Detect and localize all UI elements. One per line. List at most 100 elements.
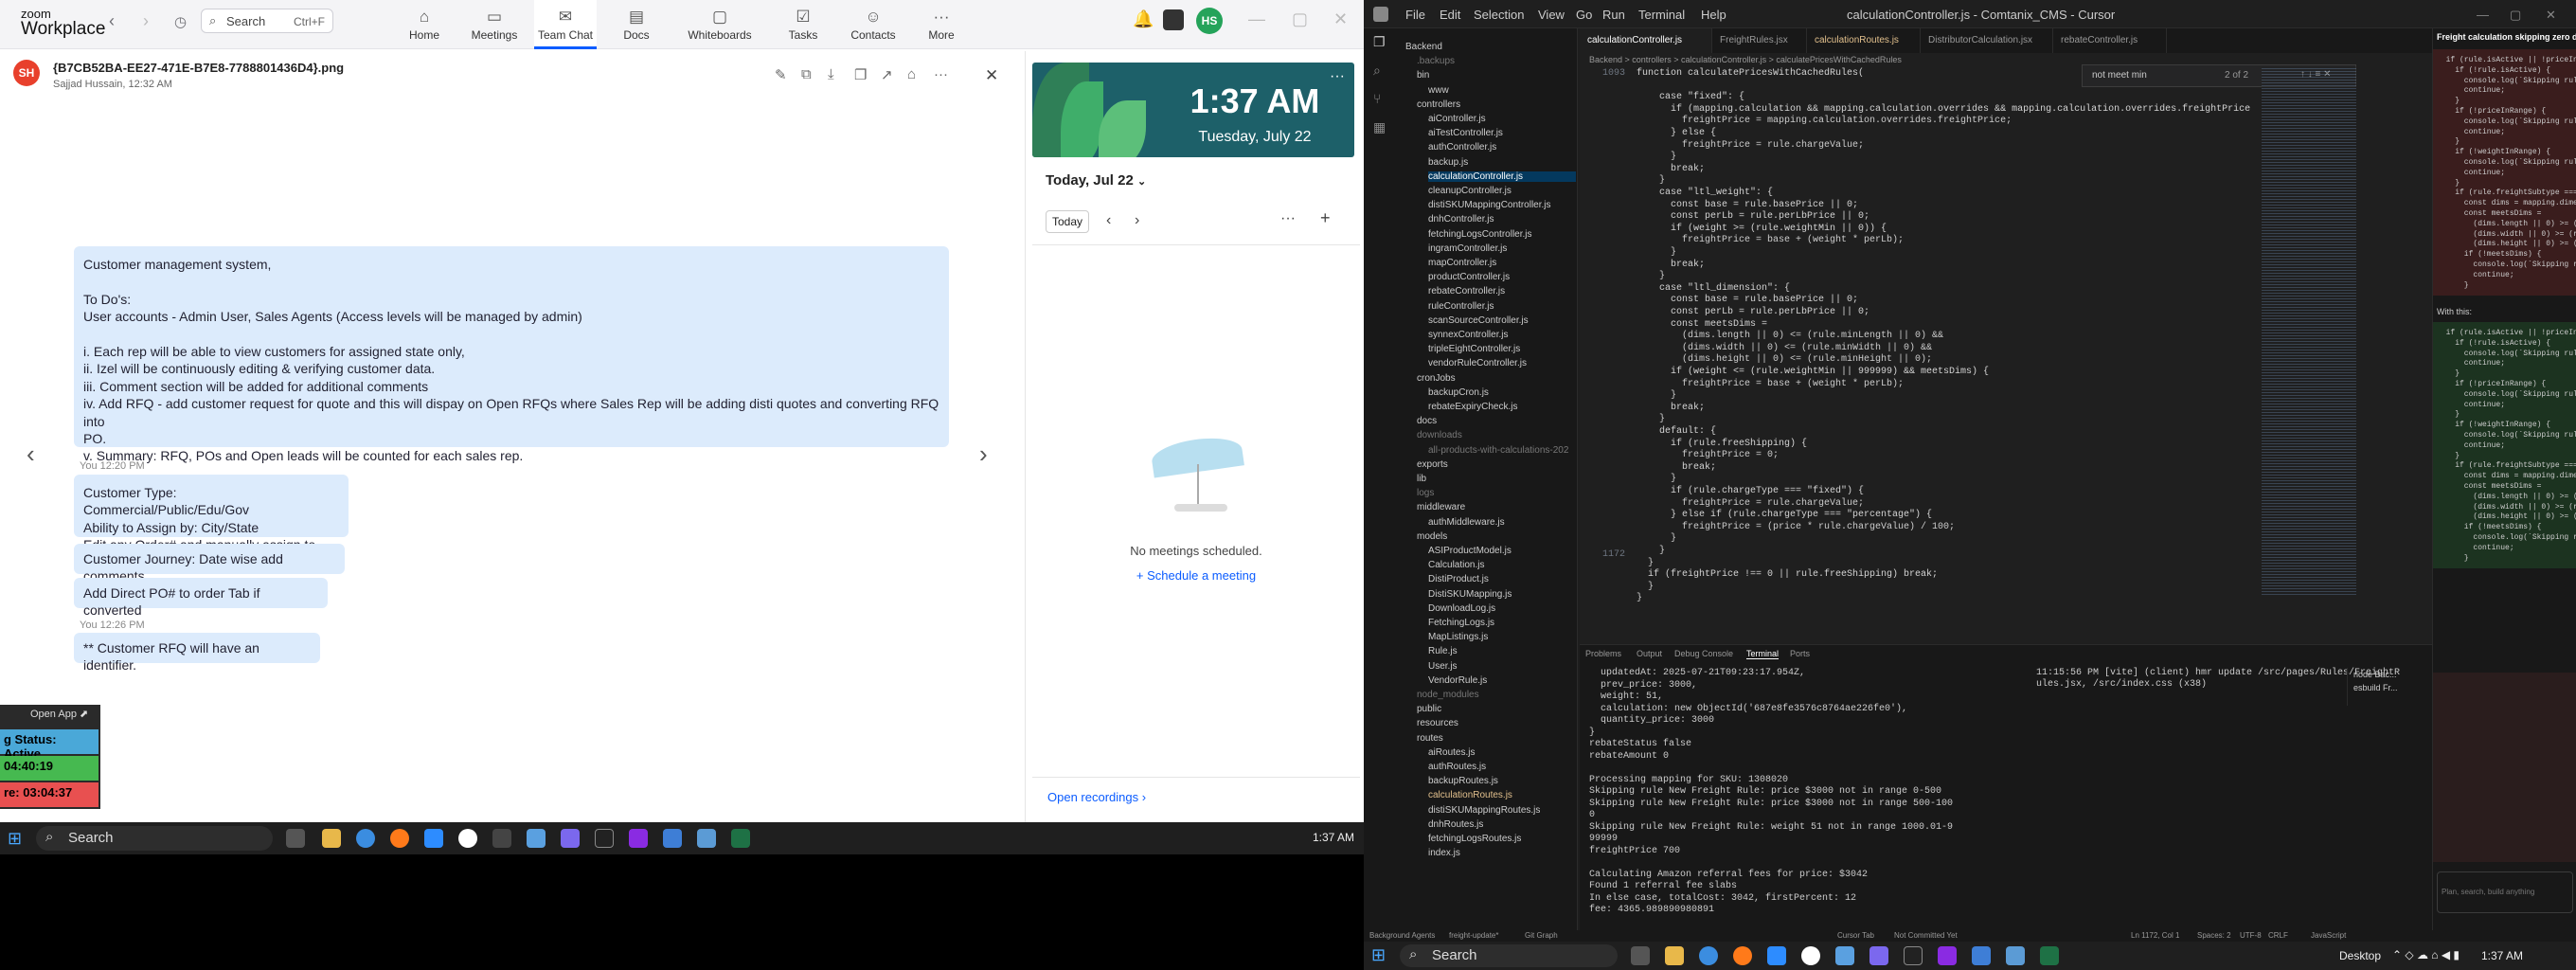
panel-tab-debug[interactable]: Debug Console	[1674, 649, 1733, 658]
more-icon[interactable]: ···	[934, 66, 948, 82]
search-input[interactable]: ⌕ Search Ctrl+F	[201, 9, 333, 33]
system-tray-icons[interactable]: ⌃ ◇ ☁ ⌂ ◀ ▮	[2392, 948, 2460, 961]
app-icon[interactable]	[663, 829, 682, 848]
explorer-item[interactable]: backup.js	[1428, 157, 1576, 168]
explorer-item[interactable]: backupCron.js	[1428, 387, 1576, 398]
zoom-app-icon[interactable]	[1767, 946, 1786, 965]
menu-terminal[interactable]: Terminal	[1638, 8, 1685, 22]
excel-icon[interactable]	[731, 829, 750, 848]
explorer-item[interactable]: node_modules	[1417, 690, 1576, 700]
status-item[interactable]: Spaces: 2	[2197, 931, 2231, 940]
explorer-item[interactable]: VendorRule.js	[1428, 675, 1576, 686]
explorer-item[interactable]: Calculation.js	[1428, 560, 1576, 570]
explorer-item[interactable]: aiTestController.js	[1428, 128, 1576, 138]
excel-icon[interactable]	[2040, 946, 2059, 965]
back-arrow-icon[interactable]: ‹	[109, 11, 115, 31]
zoom-app-icon[interactable]	[424, 829, 443, 848]
tab-contacts[interactable]: ☺ Contacts	[845, 0, 902, 49]
share-icon[interactable]: ↗	[881, 66, 893, 83]
panel-tab-problems[interactable]: Problems	[1585, 649, 1621, 658]
explorer-item[interactable]: ruleController.js	[1428, 301, 1576, 312]
explorer-item[interactable]: index.js	[1428, 848, 1576, 858]
tab-more[interactable]: ··· More	[915, 0, 968, 49]
app-icon[interactable]	[561, 829, 580, 848]
explorer-item[interactable]: backupRoutes.js	[1428, 776, 1576, 786]
editor-tab[interactable]: rebateController.js	[2053, 28, 2167, 53]
edit-icon[interactable]: ✎	[775, 66, 787, 83]
maximize-icon[interactable]: ▢	[1292, 9, 1308, 29]
schedule-meeting-link[interactable]: + Schedule a meeting	[1032, 568, 1360, 583]
close-viewer-icon[interactable]: ✕	[985, 66, 998, 85]
explorer-item[interactable]: DistiProduct.js	[1428, 574, 1576, 584]
onenote-icon[interactable]	[1938, 946, 1957, 965]
explorer-item[interactable]: lib	[1417, 474, 1576, 484]
close-window-icon[interactable]: ✕	[1333, 9, 1348, 29]
explorer-item[interactable]: ASIProductModel.js	[1428, 546, 1576, 556]
explorer-item[interactable]: Backend	[1405, 42, 1576, 52]
extensions-icon[interactable]: ▦	[1373, 119, 1386, 135]
explorer-item[interactable]: downloads	[1417, 430, 1576, 440]
explorer-item[interactable]: productController.js	[1428, 272, 1576, 282]
tab-home[interactable]: ⌂ Home	[398, 0, 451, 49]
explorer-item[interactable]: distiSKUMappingController.js	[1428, 200, 1576, 210]
explorer-item[interactable]: fetchingLogsController.js	[1428, 229, 1576, 240]
explorer-item[interactable]: scanSourceController.js	[1428, 315, 1576, 326]
explorer-item[interactable]: distiSKUMappingRoutes.js	[1428, 805, 1576, 816]
explorer-item[interactable]: docs	[1417, 416, 1576, 426]
next-image-icon[interactable]: ›	[979, 440, 988, 469]
menu-edit[interactable]: Edit	[1440, 8, 1460, 22]
explorer-item[interactable]: rebateController.js	[1428, 286, 1576, 296]
windows-start-icon[interactable]: ⊞	[1371, 945, 1386, 965]
editor-tab[interactable]: calculationRoutes.js	[1807, 28, 1921, 53]
status-item[interactable]: Ln 1172, Col 1	[2131, 931, 2179, 940]
tab-meetings[interactable]: ▭ Meetings	[464, 0, 525, 49]
taskbar-search[interactable]: ⌕ Search	[36, 826, 273, 851]
explorer-item[interactable]: FetchingLogs.js	[1428, 618, 1576, 628]
panel-tab-terminal[interactable]: Terminal	[1746, 649, 1780, 659]
explorer-item[interactable]: all-products-with-calculations-202	[1428, 445, 1576, 456]
taskbar-search[interactable]: ⌕ Search	[1400, 944, 1618, 967]
copy-icon[interactable]: ❐	[854, 66, 867, 83]
explorer-item[interactable]: User.js	[1428, 661, 1576, 672]
explorer-item[interactable]: www	[1428, 85, 1576, 96]
app-icon[interactable]	[1869, 946, 1888, 965]
menu-view[interactable]: View	[1538, 8, 1565, 22]
explorer-item[interactable]: DistiSKUMapping.js	[1428, 589, 1576, 600]
task-view-icon[interactable]	[286, 829, 305, 848]
open-app-button[interactable]: Open App ⬈	[30, 708, 88, 720]
menu-selection[interactable]: Selection	[1474, 8, 1524, 22]
explorer-item[interactable]: fetchingLogsRoutes.js	[1428, 834, 1576, 844]
app-icon[interactable]	[2006, 946, 2025, 965]
status-item[interactable]: Not Committed Yet	[1894, 931, 1958, 940]
app-icon[interactable]	[1835, 946, 1854, 965]
terminal-output[interactable]: updatedAt: 2025-07-21T09:23:17.954Z, pre…	[1589, 668, 1953, 924]
tab-tasks[interactable]: ☑ Tasks	[777, 0, 830, 49]
more-icon[interactable]: ···	[1280, 210, 1296, 227]
app-icon[interactable]	[1904, 946, 1923, 965]
onenote-icon[interactable]	[629, 829, 648, 848]
app-icon[interactable]	[595, 829, 614, 848]
explorer-item[interactable]: dnhController.js	[1428, 214, 1576, 225]
today-heading[interactable]: Today, Jul 22 ⌄	[1046, 172, 1146, 189]
explorer-item[interactable]: dnhRoutes.js	[1428, 819, 1576, 830]
windows-start-icon[interactable]: ⊞	[8, 829, 22, 849]
open-recordings-link[interactable]: Open recordings ›	[1047, 790, 1146, 804]
explorer-item[interactable]: controllers	[1417, 99, 1576, 110]
chrome-icon[interactable]	[1699, 946, 1718, 965]
panel-tab-output[interactable]: Output	[1637, 649, 1662, 658]
today-button[interactable]: Today	[1046, 210, 1089, 233]
app-icon[interactable]	[1972, 946, 1991, 965]
menu-go[interactable]: Go	[1576, 8, 1592, 22]
explorer-item[interactable]: .backups	[1417, 56, 1576, 66]
tab-whiteboards[interactable]: ▢ Whiteboards	[682, 0, 758, 49]
explorer-item[interactable]: authController.js	[1428, 142, 1576, 153]
terminal-output-2[interactable]: 11:15:56 PM [vite] (client) hmr update /…	[2036, 668, 2400, 696]
bookmark-icon[interactable]: ⌂	[907, 66, 916, 82]
close-window-icon[interactable]: ✕	[2546, 8, 2556, 23]
status-item[interactable]: JavaScript	[2311, 931, 2346, 940]
terminal-item[interactable]: node Bac...	[2348, 668, 2432, 681]
tab-docs[interactable]: ▤ Docs	[610, 0, 663, 49]
explorer-item[interactable]: bin	[1417, 70, 1576, 81]
editor-tab[interactable]: FreightRules.jsx	[1712, 28, 1807, 53]
editor-tab[interactable]: calculationController.js	[1580, 28, 1712, 53]
